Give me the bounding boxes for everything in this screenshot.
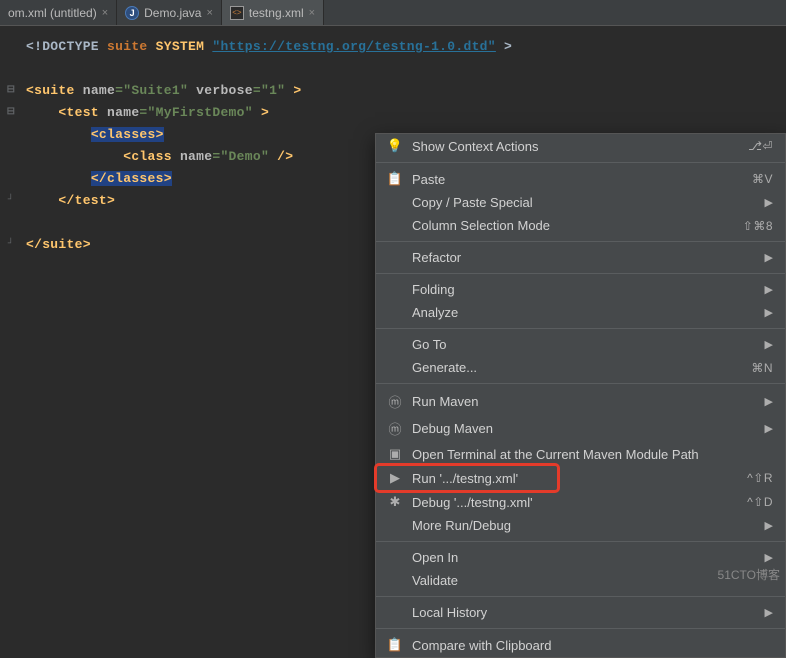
terminal-icon: ▣ (386, 446, 404, 462)
submenu-icon: ▶ (765, 395, 773, 408)
menu-copy-paste-special[interactable]: Copy / Paste Special ▶ (376, 191, 785, 214)
submenu-icon: ▶ (765, 606, 773, 619)
menu-open-terminal[interactable]: ▣ Open Terminal at the Current Maven Mod… (376, 442, 785, 466)
close-icon[interactable]: × (206, 7, 212, 19)
clipboard-icon: 📋 (386, 171, 404, 187)
submenu-icon: ▶ (765, 551, 773, 564)
submenu-icon: ▶ (765, 251, 773, 264)
menu-separator (376, 596, 785, 597)
code-line: <test name="MyFirstDemo" > (26, 102, 786, 124)
tab-demo-java[interactable]: J Demo.java × (117, 0, 222, 25)
submenu-icon: ▶ (765, 519, 773, 532)
tab-label: om.xml (untitled) (8, 6, 97, 20)
menu-folding[interactable]: Folding ▶ (376, 278, 785, 301)
java-file-icon: J (125, 6, 139, 20)
menu-run-testng[interactable]: ▶ Run '.../testng.xml' ^⇧R (376, 466, 785, 490)
menu-paste[interactable]: 📋 Paste ⌘V (376, 167, 785, 191)
menu-context-actions[interactable]: 💡 Show Context Actions ⎇⏎ (376, 134, 785, 158)
menu-compare-clipboard[interactable]: 📋 Compare with Clipboard (376, 633, 785, 657)
submenu-icon: ▶ (765, 338, 773, 351)
menu-separator (376, 328, 785, 329)
fold-icon[interactable]: ⊟ (0, 80, 22, 102)
menu-generate[interactable]: Generate... ⌘N (376, 356, 785, 379)
xml-file-icon: <> (230, 6, 244, 20)
maven-icon: ⓜ (386, 419, 404, 438)
tab-label: Demo.java (144, 6, 201, 20)
menu-separator (376, 273, 785, 274)
menu-run-maven[interactable]: ⓜ Run Maven ▶ (376, 388, 785, 415)
run-icon: ▶ (386, 470, 404, 486)
submenu-icon: ▶ (765, 306, 773, 319)
close-icon[interactable]: × (309, 7, 315, 19)
editor-tabs: om.xml (untitled) × J Demo.java × <> tes… (0, 0, 786, 26)
fold-icon[interactable]: ┘ (0, 190, 22, 212)
menu-more-run-debug[interactable]: More Run/Debug ▶ (376, 514, 785, 537)
code-line: <suite name="Suite1" verbose="1" > (26, 80, 786, 102)
code-line (26, 58, 786, 80)
tab-label: testng.xml (249, 6, 304, 20)
menu-refactor[interactable]: Refactor ▶ (376, 246, 785, 269)
menu-separator (376, 541, 785, 542)
fold-icon[interactable]: ⊟ (0, 102, 22, 124)
menu-debug-testng[interactable]: ✱ Debug '.../testng.xml' ^⇧D (376, 490, 785, 514)
menu-local-history[interactable]: Local History ▶ (376, 601, 785, 624)
menu-separator (376, 628, 785, 629)
tab-testng-xml[interactable]: <> testng.xml × (222, 0, 324, 25)
submenu-icon: ▶ (765, 283, 773, 296)
clipboard-icon: 📋 (386, 637, 404, 653)
close-icon[interactable]: × (102, 7, 108, 19)
submenu-icon: ▶ (765, 422, 773, 435)
submenu-icon: ▶ (765, 196, 773, 209)
menu-separator (376, 241, 785, 242)
menu-goto[interactable]: Go To ▶ (376, 333, 785, 356)
menu-debug-maven[interactable]: ⓜ Debug Maven ▶ (376, 415, 785, 442)
watermark: 51CTO博客 (718, 566, 780, 583)
gutter: ⊟ ⊟ ┘ ┘ (0, 36, 22, 256)
debug-icon: ✱ (386, 494, 404, 510)
tab-pom-xml[interactable]: om.xml (untitled) × (0, 0, 117, 25)
menu-separator (376, 383, 785, 384)
menu-column-selection[interactable]: Column Selection Mode ⇧⌘8 (376, 214, 785, 237)
code-line: <!DOCTYPE suite SYSTEM "https://testng.o… (26, 36, 786, 58)
menu-analyze[interactable]: Analyze ▶ (376, 301, 785, 324)
menu-separator (376, 162, 785, 163)
bulb-icon: 💡 (386, 138, 404, 154)
fold-icon[interactable]: ┘ (0, 234, 22, 256)
maven-icon: ⓜ (386, 392, 404, 411)
